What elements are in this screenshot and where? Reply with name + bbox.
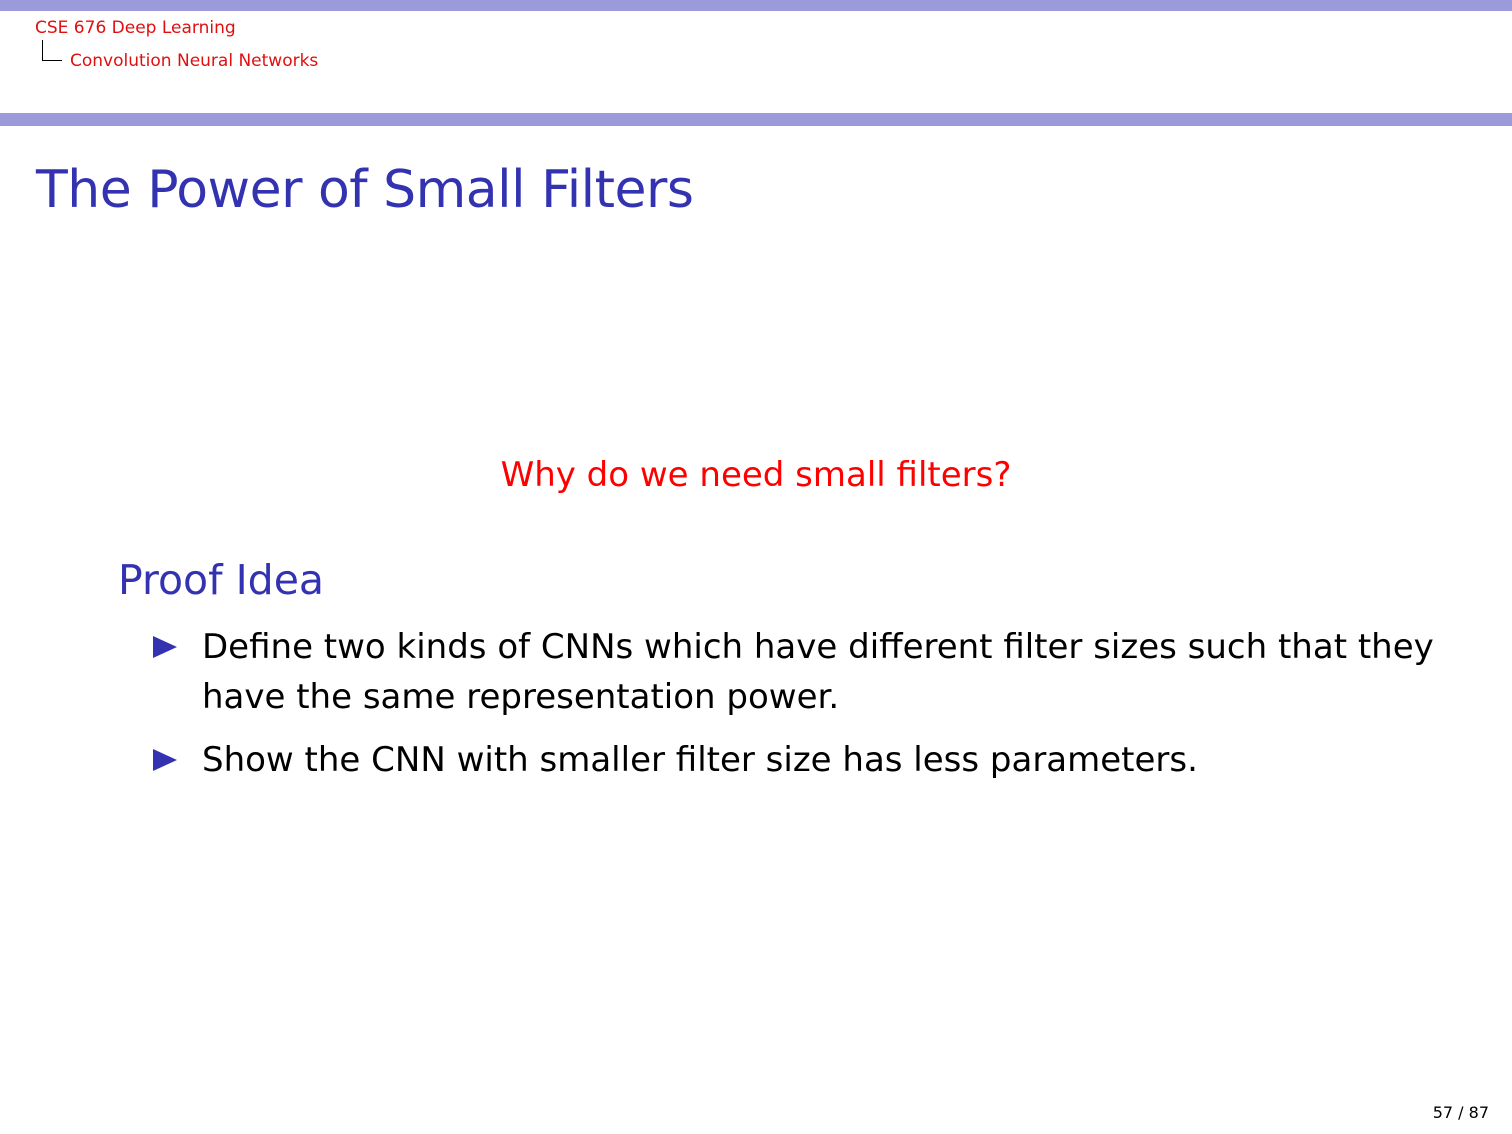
bullet-text: Define two kinds of CNNs which have diff…	[202, 627, 1434, 717]
course-title[interactable]: CSE 676 Deep Learning	[35, 18, 236, 38]
bullet-item: Define two kinds of CNNs which have diff…	[150, 622, 1470, 722]
slide: CSE 676 Deep Learning Convolution Neural…	[0, 0, 1512, 1134]
block-title: Proof Idea	[118, 556, 325, 604]
triangle-right-icon	[153, 749, 177, 771]
page-number: 57 / 87	[1432, 1103, 1489, 1122]
tree-corner-icon	[42, 40, 62, 61]
triangle-right-icon	[153, 636, 177, 658]
bullet-item: Show the CNN with smaller filter size ha…	[150, 735, 1470, 785]
question-text: Why do we need small filters?	[500, 455, 1012, 495]
bullet-list: Define two kinds of CNNs which have diff…	[150, 622, 1470, 798]
header-top-bar	[0, 0, 1512, 11]
slide-title: The Power of Small Filters	[36, 160, 694, 220]
header-rule	[0, 113, 1512, 126]
bullet-text: Show the CNN with smaller filter size ha…	[202, 740, 1198, 780]
section-title[interactable]: Convolution Neural Networks	[70, 51, 318, 71]
